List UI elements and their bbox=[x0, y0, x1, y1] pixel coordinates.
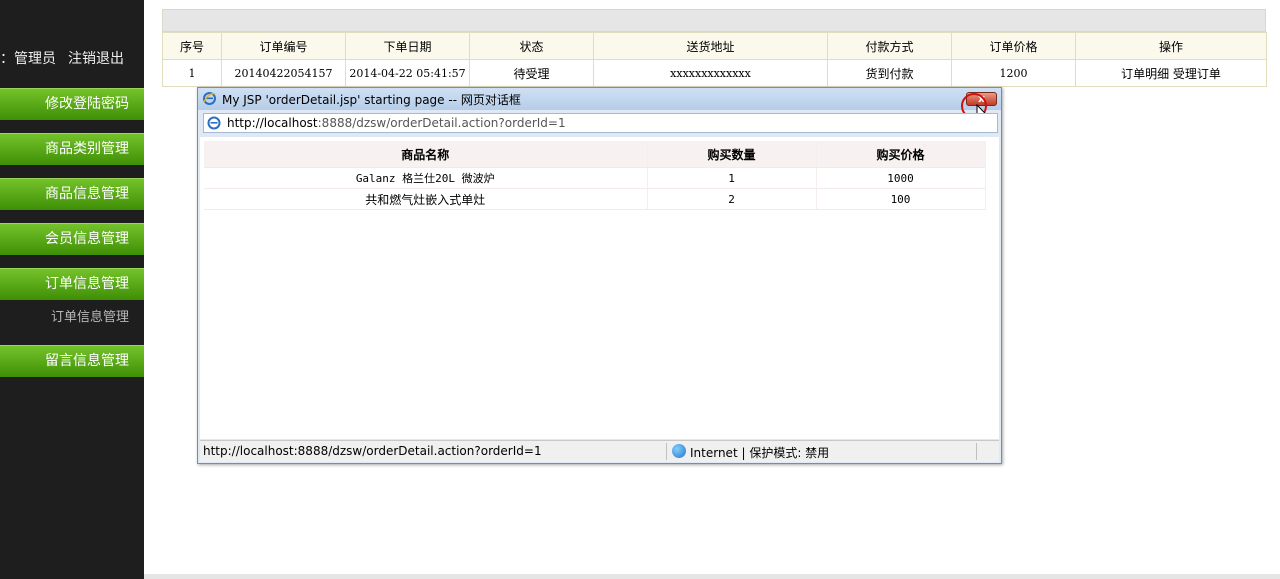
col-index: 序号 bbox=[162, 32, 222, 60]
globe-icon bbox=[672, 444, 686, 458]
ie-page-icon bbox=[207, 116, 221, 130]
cell-quantity: 1 bbox=[647, 167, 817, 189]
orders-header-row: 序号 订单编号 下单日期 状态 送货地址 付款方式 订单价格 操作 bbox=[162, 32, 1267, 60]
menu-order-manage[interactable]: 订单信息管理 bbox=[0, 268, 144, 300]
status-url: http://localhost:8888/dzsw/orderDetail.a… bbox=[203, 444, 542, 458]
address-url: http://localhost:8888/dzsw/orderDetail.a… bbox=[227, 116, 566, 130]
col-purchase-price: 购买价格 bbox=[816, 141, 986, 168]
dialog-content: 商品名称 购买数量 购买价格 Galanz 格兰仕20L 微波炉 1 1000 … bbox=[200, 137, 999, 439]
menu-member-manage[interactable]: 会员信息管理 bbox=[0, 223, 144, 255]
orders-panel: 序号 订单编号 下单日期 状态 送货地址 付款方式 订单价格 操作 1 2014… bbox=[162, 9, 1267, 87]
cell-address: xxxxxxxxxxxxx bbox=[593, 59, 828, 87]
accept-order-link[interactable]: 受理订单 bbox=[1173, 67, 1221, 81]
address-path: :8888/dzsw/orderDetail.action?orderId=1 bbox=[317, 116, 566, 130]
col-payment: 付款方式 bbox=[827, 32, 952, 60]
menu-category-manage[interactable]: 商品类别管理 bbox=[0, 133, 144, 165]
order-detail-link[interactable]: 订单明细 bbox=[1121, 67, 1169, 81]
cell-price: 1200 bbox=[951, 59, 1076, 87]
sidebar: ：管理员 注销退出 修改登陆密码 商品类别管理 商品信息管理 会员信息管理 订单… bbox=[0, 0, 144, 579]
col-date: 下单日期 bbox=[345, 32, 470, 60]
table-row: Galanz 格兰仕20L 微波炉 1 1000 bbox=[204, 167, 986, 189]
cell-date: 2014-04-22 05:41:57 bbox=[345, 59, 470, 87]
orders-table: 序号 订单编号 下单日期 状态 送货地址 付款方式 订单价格 操作 1 2014… bbox=[162, 32, 1267, 87]
logout-link[interactable]: 注销退出 bbox=[68, 48, 124, 68]
menu-product-manage[interactable]: 商品信息管理 bbox=[0, 178, 144, 210]
cell-purchase-price: 1000 bbox=[816, 167, 986, 189]
detail-header-row: 商品名称 购买数量 购买价格 bbox=[204, 141, 986, 168]
order-detail-table: 商品名称 购买数量 购买价格 Galanz 格兰仕20L 微波炉 1 1000 … bbox=[204, 141, 986, 210]
address-host: http://localhost bbox=[227, 116, 318, 130]
orders-header-bar bbox=[162, 9, 1266, 32]
col-order-no: 订单编号 bbox=[221, 32, 346, 60]
table-row: 共和燃气灶嵌入式单灶 2 100 bbox=[204, 188, 986, 210]
cell-product-name: 共和燃气灶嵌入式单灶 bbox=[204, 188, 648, 210]
address-bar[interactable]: http://localhost:8888/dzsw/orderDetail.a… bbox=[203, 113, 998, 133]
cell-order-no: 20140422054157 bbox=[221, 59, 346, 87]
dialog-title-bar[interactable]: My JSP 'orderDetail.jsp' starting page -… bbox=[198, 88, 1001, 110]
cell-status: 待受理 bbox=[469, 59, 594, 87]
dialog-status-bar: http://localhost:8888/dzsw/orderDetail.a… bbox=[200, 440, 999, 462]
table-row: 1 20140422054157 2014-04-22 05:41:57 待受理… bbox=[162, 59, 1267, 87]
col-price: 订单价格 bbox=[951, 32, 1076, 60]
menu-message-manage[interactable]: 留言信息管理 bbox=[0, 345, 144, 377]
order-detail-dialog: My JSP 'orderDetail.jsp' starting page -… bbox=[197, 87, 1002, 464]
cell-actions: 订单明细 受理订单 bbox=[1075, 59, 1267, 87]
col-quantity: 购买数量 bbox=[647, 141, 817, 168]
cell-payment: 货到付款 bbox=[827, 59, 952, 87]
menu-change-password[interactable]: 修改登陆密码 bbox=[0, 88, 144, 120]
col-status: 状态 bbox=[469, 32, 594, 60]
dialog-title: My JSP 'orderDetail.jsp' starting page -… bbox=[222, 93, 521, 107]
status-separator bbox=[976, 443, 977, 460]
status-separator bbox=[666, 443, 667, 460]
cell-product-name: Galanz 格兰仕20L 微波炉 bbox=[204, 167, 648, 189]
cell-quantity: 2 bbox=[647, 188, 817, 210]
user-info: ：管理员 注销退出 bbox=[0, 48, 144, 70]
cell-index: 1 bbox=[162, 59, 222, 87]
security-zone: Internet | 保护模式: 禁用 bbox=[690, 446, 830, 460]
cell-purchase-price: 100 bbox=[816, 188, 986, 210]
user-role: ：管理员 bbox=[0, 51, 56, 67]
ie-icon bbox=[203, 92, 216, 105]
col-product-name: 商品名称 bbox=[204, 141, 648, 168]
submenu-order-manage[interactable]: 订单信息管理 bbox=[0, 308, 144, 328]
col-actions: 操作 bbox=[1075, 32, 1267, 60]
bottom-divider bbox=[144, 574, 1280, 579]
col-address: 送货地址 bbox=[593, 32, 828, 60]
